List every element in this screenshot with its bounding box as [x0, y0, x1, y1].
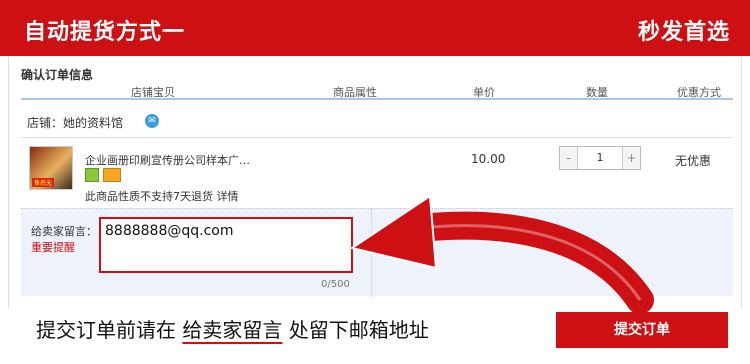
col-attributes: 商品属性 — [333, 86, 377, 99]
instruction-highlight: 给卖家留言 — [182, 318, 283, 342]
thumbnail-tag: 售后无 — [32, 178, 55, 187]
message-char-count: 0/500 — [321, 279, 350, 290]
seller-message-textarea[interactable]: 8888888@qq.com — [99, 217, 353, 273]
instruction-text: 提交订单前请在 给卖家留言 处留下邮箱地址 — [36, 314, 429, 343]
col-quantity: 数量 — [586, 86, 608, 99]
instruction-suffix: 处留下邮箱地址 — [282, 318, 429, 342]
shipping-label: 运送方式： — [387, 225, 442, 238]
discount-value: 无优惠 — [675, 154, 712, 168]
quantity-stepper: - 1 + — [559, 146, 641, 170]
quantity-increase-button[interactable]: + — [622, 147, 640, 169]
instruction-prefix: 提交订单前请在 — [36, 318, 183, 342]
shipping-divider — [371, 209, 372, 297]
shipping-method: 普通配送 快递 免邮 — [453, 225, 548, 238]
quantity-decrease-button[interactable]: - — [560, 147, 578, 169]
col-shop-item: 店铺宝贝 — [131, 86, 175, 99]
col-discount: 优惠方式 — [677, 86, 721, 99]
header-bar: 自动提货方式一 秒发首选 — [0, 0, 750, 56]
return-policy-note: 此商品性质不支持7天退货 详情 — [85, 190, 239, 203]
screenshot-frame: 自动提货方式一 秒发首选 确认订单信息 店铺宝贝 商品属性 单价 数量 优惠方式… — [0, 0, 750, 364]
important-notice: 重要提醒 — [31, 241, 75, 254]
product-name-link[interactable]: 企业画册印刷宣传册公司样本广… — [85, 152, 250, 168]
header-right-title: 秒发首选 — [637, 20, 730, 45]
col-unit-price: 单价 — [473, 86, 495, 99]
message-label: 给卖家留言： — [31, 225, 97, 238]
unit-price: 10.00 — [471, 152, 506, 166]
quantity-input[interactable]: 1 — [578, 147, 622, 169]
submit-order-button[interactable]: 提交订单 — [556, 312, 728, 348]
chat-icon[interactable]: ✉ — [145, 114, 159, 128]
product-thumbnail[interactable]: 售后无 — [29, 146, 73, 190]
card-payment-icon — [103, 168, 121, 182]
message-section: 给卖家留言： 重要提醒 8888888@qq.com 0/500 运送方式： 普… — [21, 208, 733, 297]
shop-name[interactable]: 店铺：她的资料馆 — [27, 114, 123, 131]
header-title: 自动提货方式一 — [24, 20, 186, 45]
confirm-order-title: 确认订单信息 — [21, 68, 94, 82]
column-headers: 店铺宝贝 商品属性 单价 数量 优惠方式 — [21, 82, 733, 100]
order-item-row: 售后无 企业画册印刷宣传册公司样本广… 此商品性质不支持7天退货 详情 10.0… — [21, 138, 733, 206]
guarantee-icon — [85, 168, 99, 182]
shop-row: 店铺：她的资料馆 ✉ — [21, 104, 733, 138]
order-panel: 确认订单信息 店铺宝贝 商品属性 单价 数量 优惠方式 店铺：她的资料馆 ✉ 售… — [8, 56, 742, 308]
